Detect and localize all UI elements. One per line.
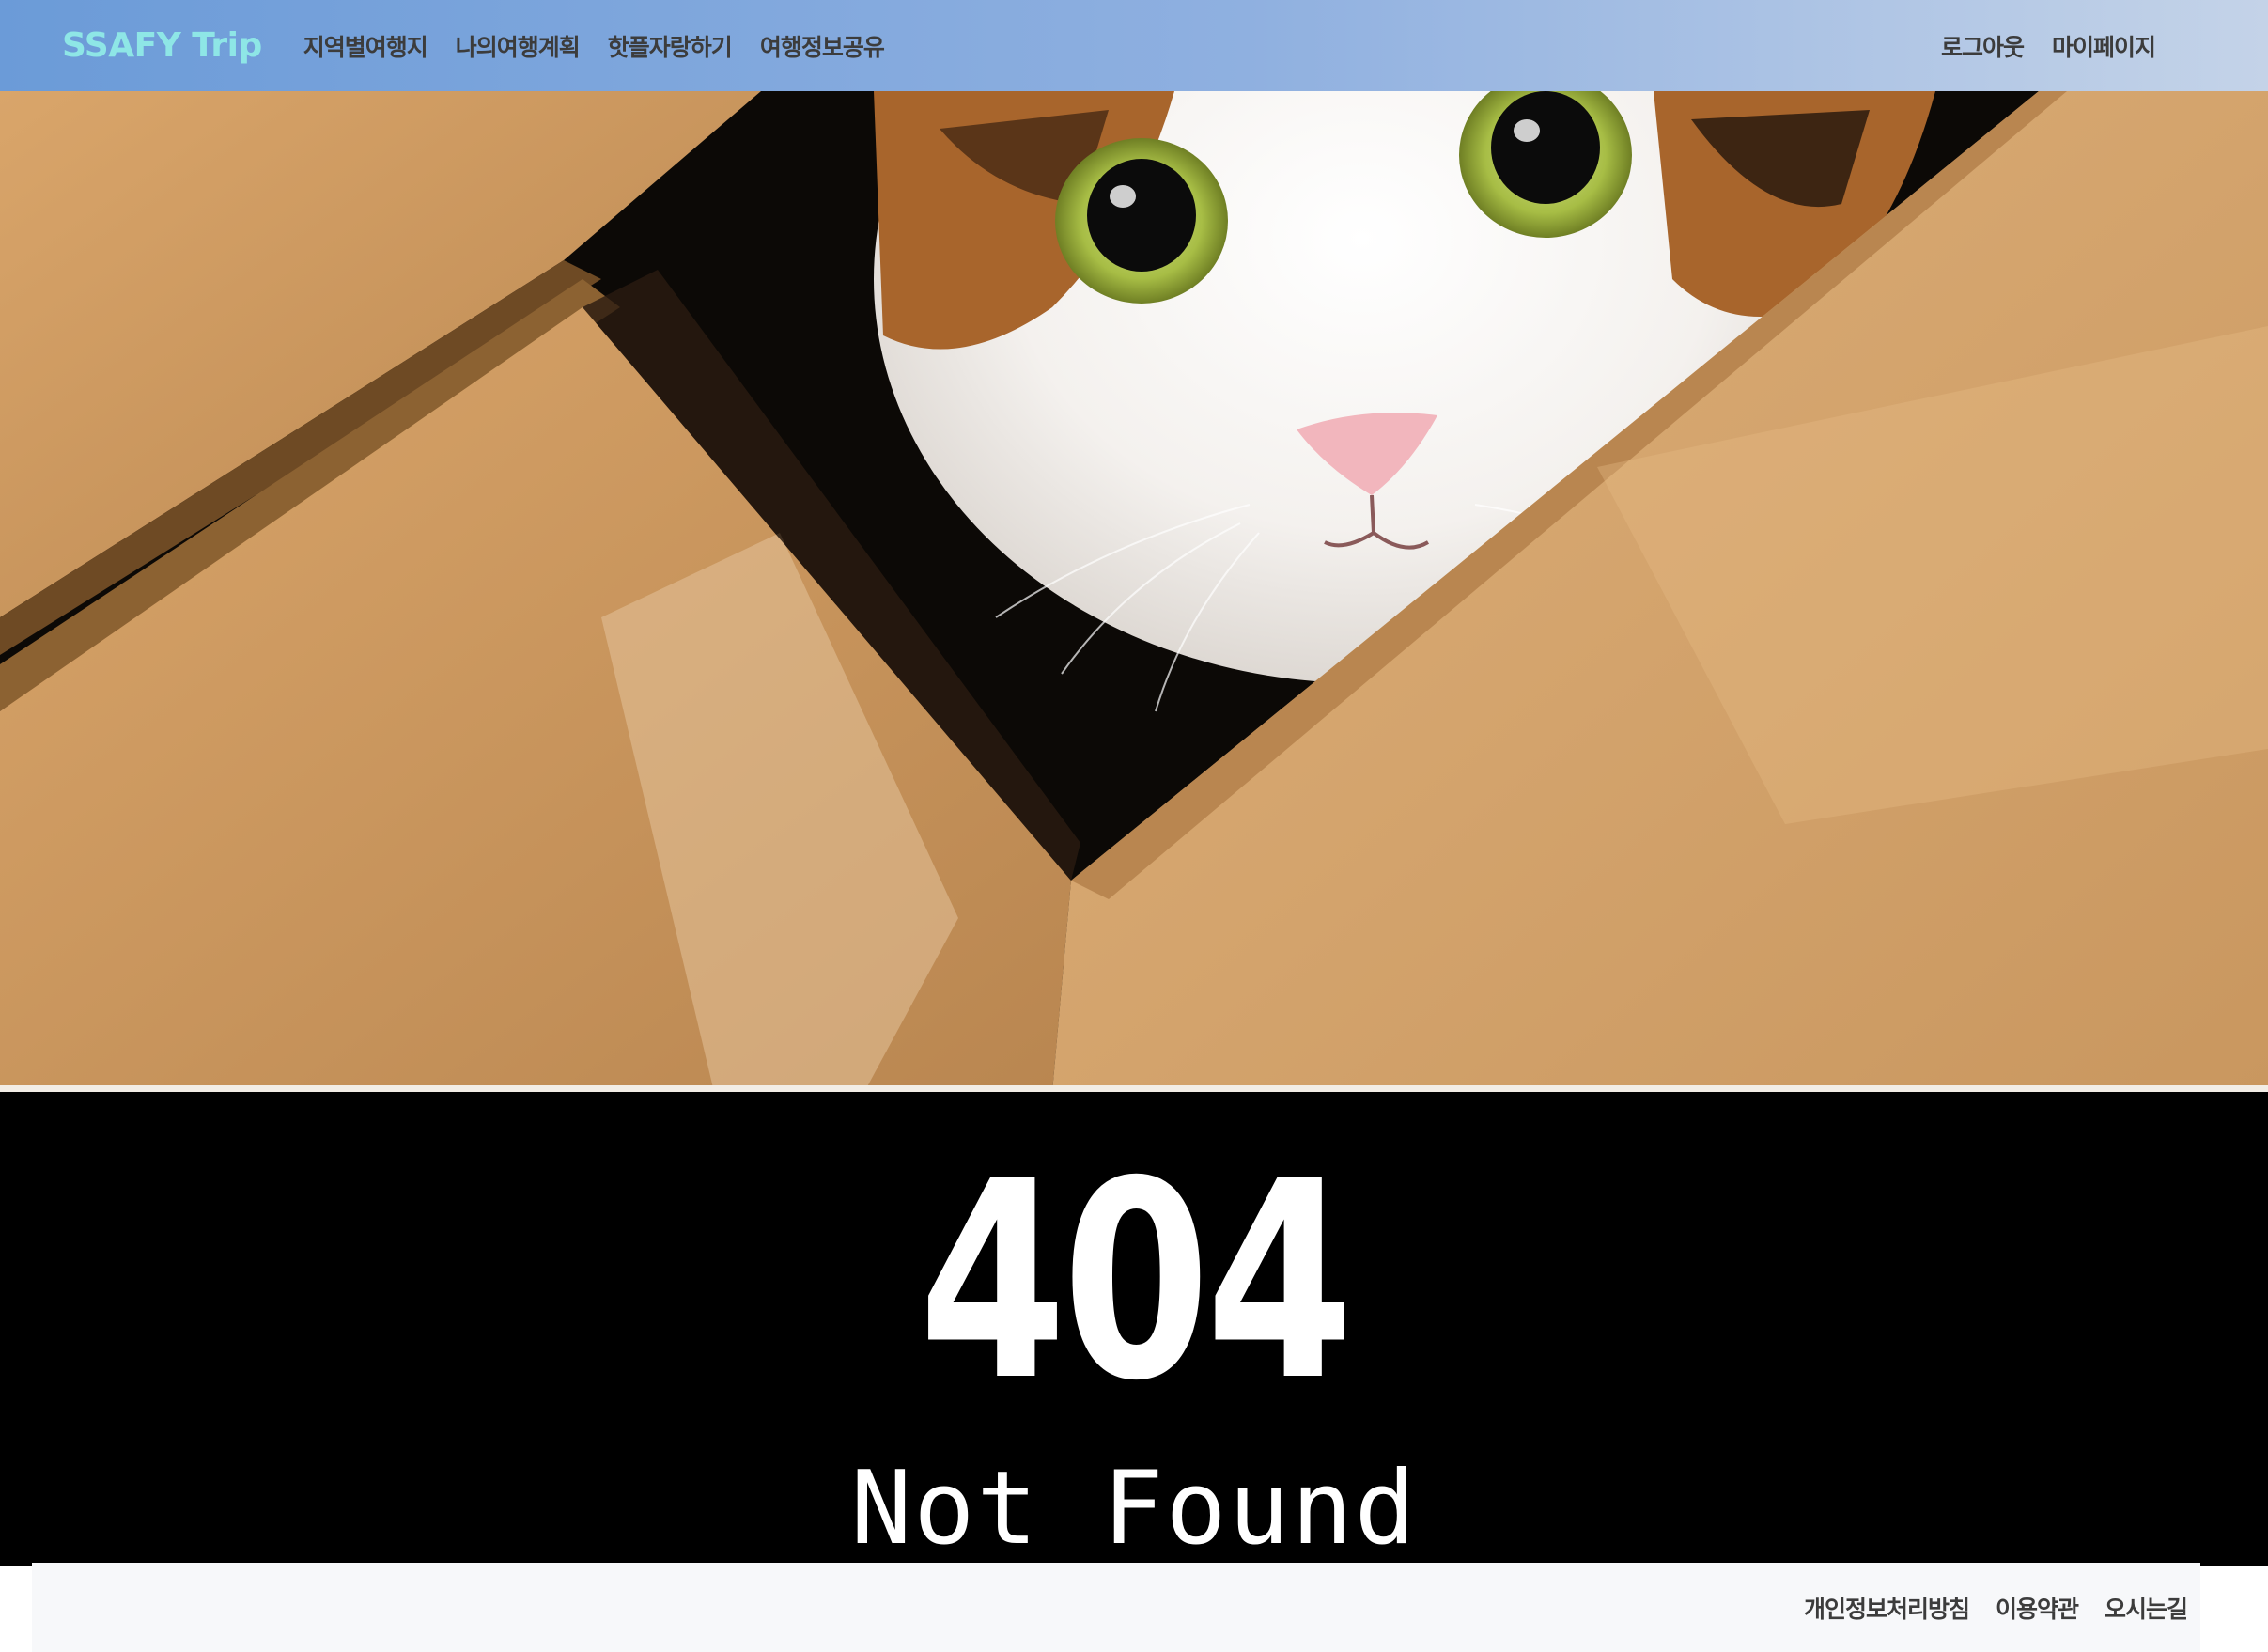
footer-link-directions[interactable]: 오시는길 <box>2105 1591 2188 1625</box>
page-footer: 개인정보처리방침 이용약관 오시는길 <box>32 1563 2200 1652</box>
top-navbar: SSAFY Trip 지역별여행지 나의여행계획 핫플자랑하기 여행정보공유 로… <box>0 0 2268 91</box>
brand-logo-link[interactable]: SSAFY Trip <box>62 26 262 65</box>
nav-link-regional-destinations[interactable]: 지역별여행지 <box>303 29 428 63</box>
logout-link[interactable]: 로그아웃 <box>1941 29 2025 63</box>
nav-link-my-travel-plan[interactable]: 나의여행계획 <box>456 29 581 63</box>
cat-box-illustration <box>0 91 2268 1092</box>
nav-link-travel-info-share[interactable]: 여행정보공유 <box>760 29 885 63</box>
nav-account-links: 로그아웃 마이페이지 <box>1941 29 2156 63</box>
nav-primary-links: 지역별여행지 나의여행계획 핫플자랑하기 여행정보공유 <box>303 29 885 63</box>
hero-cat-in-box-image <box>0 91 2268 1092</box>
footer-link-privacy-policy[interactable]: 개인정보처리방침 <box>1804 1591 1970 1625</box>
mypage-link[interactable]: 마이페이지 <box>2052 29 2156 63</box>
error-code: 404 <box>918 1124 1354 1441</box>
error-panel: 404 Not Found <box>0 1092 2268 1566</box>
error-message: Not Found <box>850 1450 1418 1567</box>
nav-link-hotplace-showcase[interactable]: 핫플자랑하기 <box>608 29 733 63</box>
footer-link-terms-of-use[interactable]: 이용약관 <box>1996 1591 2079 1625</box>
